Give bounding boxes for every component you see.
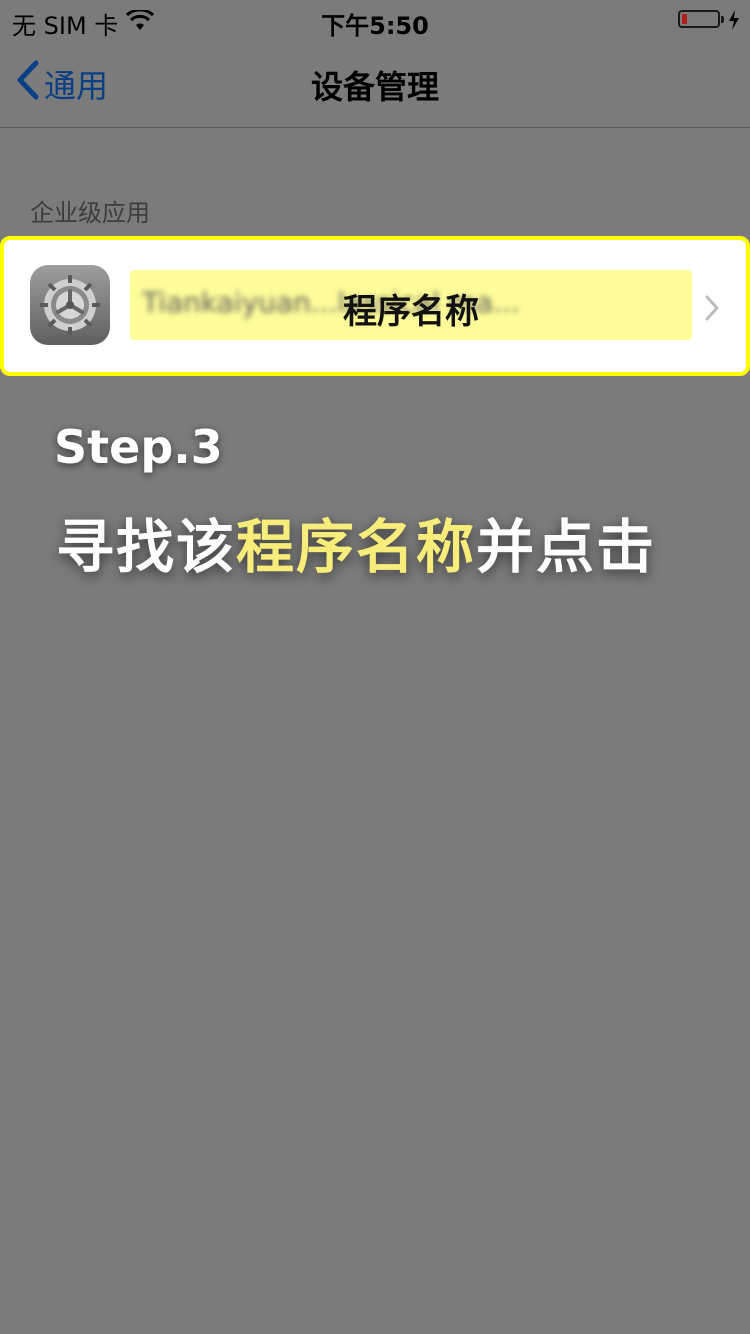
instruction-prefix: 寻找该 xyxy=(56,513,237,581)
chevron-right-icon xyxy=(704,294,720,326)
app-name-overlay-label: 程序名称 xyxy=(343,292,479,332)
navigation-bar: 通用 设备管理 xyxy=(0,40,750,128)
enterprise-app-row[interactable]: Tiankaiyuan...lassical ma... 程序名称 xyxy=(0,236,750,376)
charging-bolt-icon xyxy=(728,10,740,34)
instruction-highlight: 程序名称 xyxy=(236,513,477,581)
status-bar: 无 SIM 卡 下午5:50 xyxy=(0,0,750,40)
section-header: 企业级应用 xyxy=(30,199,150,227)
page-title: 设备管理 xyxy=(310,68,439,106)
battery-level xyxy=(682,14,687,24)
status-time: 下午5:50 xyxy=(321,12,429,40)
battery-icon xyxy=(678,10,724,28)
step-label: Step.3 xyxy=(54,420,223,474)
settings-gear-icon xyxy=(30,265,110,345)
instruction-text: 寻找该程序名称并点击 xyxy=(56,500,656,584)
app-name-field: Tiankaiyuan...lassical ma... 程序名称 xyxy=(130,270,692,340)
instruction-suffix: 并点击 xyxy=(476,513,657,581)
